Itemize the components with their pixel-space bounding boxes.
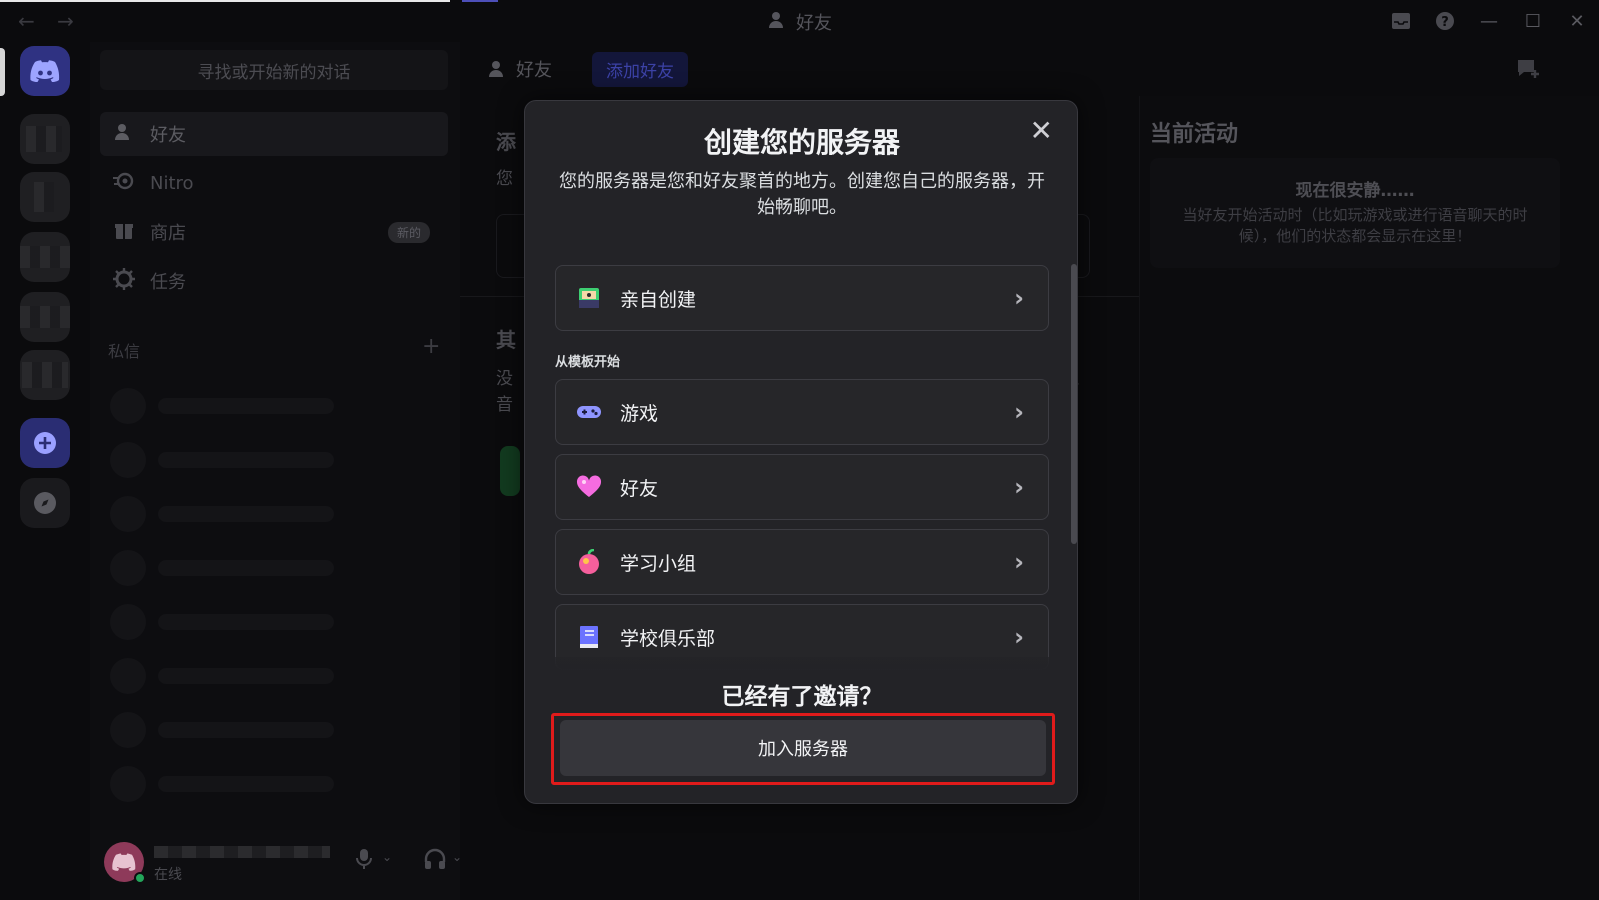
dm-placeholder xyxy=(110,604,350,640)
shop-icon xyxy=(112,220,136,245)
chevron-down-icon[interactable]: ⌄ xyxy=(382,850,392,864)
compass-icon xyxy=(34,492,56,514)
forward-arrow-icon[interactable]: → xyxy=(57,9,74,33)
option-label: 学校俱乐部 xyxy=(620,627,716,650)
empty-description: 当好友开始活动时（比如玩游戏或进行语音聊天的时候），他们的状态都会显示在这里！ xyxy=(1182,206,1528,245)
template-study-group[interactable]: 学习小组 › xyxy=(555,529,1049,595)
sidebar-item-label: 好友 xyxy=(150,125,186,146)
discord-logo-icon xyxy=(30,60,60,82)
friends-icon xyxy=(112,122,136,147)
sidebar-item-nitro[interactable]: Nitro xyxy=(100,161,448,205)
window-controls: ? — ☐ ✕ xyxy=(1379,6,1599,36)
create-server-modal: 创建您的服务器 ✕ 您的服务器是您和好友聚首的地方。创建您自己的服务器，开始畅聊… xyxy=(524,100,1078,804)
window-title-text: 好友 xyxy=(796,13,832,34)
heart-icon xyxy=(574,472,604,502)
gamepad-icon xyxy=(574,397,604,427)
selected-pill xyxy=(0,48,5,96)
option-label: 好友 xyxy=(620,477,659,500)
svg-text:?: ? xyxy=(1441,15,1449,30)
inbox-icon[interactable] xyxy=(1379,6,1423,36)
home-button[interactable] xyxy=(20,46,70,96)
active-now-panel: 当前活动 现在很安静…… 当好友开始活动时（比如玩游戏或进行语音聊天的时候），他… xyxy=(1139,96,1599,900)
obscured-text: 您 xyxy=(496,169,513,189)
server-icon[interactable] xyxy=(20,350,70,400)
minimize-icon[interactable]: — xyxy=(1467,6,1511,36)
close-icon[interactable]: ✕ xyxy=(1030,117,1053,145)
online-status-dot xyxy=(134,872,146,884)
plus-circle-icon xyxy=(34,432,56,454)
join-server-button[interactable]: 加入服务器 xyxy=(560,720,1046,776)
search-input[interactable]: 寻找或开始新的对话 xyxy=(100,50,448,90)
obscured-text: 添 xyxy=(496,130,516,154)
user-panel: 在线 ⌄ ⌄ xyxy=(90,830,514,900)
template-gaming[interactable]: 游戏 › xyxy=(555,379,1049,445)
maximize-icon[interactable]: ☐ xyxy=(1511,6,1555,36)
modal-subtitle: 您的服务器是您和好友聚首的地方。创建您自己的服务器，开始畅聊吧。 xyxy=(559,171,1045,218)
top-edge-accent xyxy=(462,0,498,2)
sidebar-item-friends[interactable]: 好友 xyxy=(100,112,448,156)
obscured-text: 音 xyxy=(496,395,513,415)
modal-title: 创建您的服务器 xyxy=(703,126,900,159)
sidebar-item-quests[interactable]: 任务 xyxy=(100,259,448,303)
option-label: 游戏 xyxy=(620,402,659,425)
help-icon[interactable]: ? xyxy=(1423,6,1467,36)
obscured-text: 其 xyxy=(496,328,516,352)
modal-scrollbar[interactable] xyxy=(1071,264,1077,544)
dm-placeholder xyxy=(110,388,350,424)
app-window: ← → 好友 ? — ☐ ✕ 寻找或开始新的对话 好友 Nitro 商店 新的 … xyxy=(0,0,1599,900)
action-button-edge[interactable] xyxy=(500,446,520,496)
quests-icon xyxy=(112,267,136,295)
join-highlight: 加入服务器 xyxy=(551,713,1055,785)
server-icon[interactable] xyxy=(20,232,70,282)
header-right xyxy=(460,42,1599,96)
option-label: 学习小组 xyxy=(620,552,697,575)
empty-title: 现在很安静…… xyxy=(1295,181,1415,201)
friends-icon xyxy=(768,10,788,35)
sidebar-item-label: 任务 xyxy=(150,272,186,293)
close-window-icon[interactable]: ✕ xyxy=(1555,6,1599,36)
server-rail xyxy=(0,42,90,900)
list-fade xyxy=(525,657,1077,671)
explore-servers-button[interactable] xyxy=(20,478,70,528)
dm-placeholder xyxy=(110,550,350,586)
dm-placeholder xyxy=(110,766,350,802)
server-icon[interactable] xyxy=(20,114,70,164)
dm-sidebar: 寻找或开始新的对话 好友 Nitro 商店 新的 任务 私信 + 在线 ⌄ ⌄ xyxy=(90,42,514,900)
dm-header: 私信 xyxy=(108,342,141,361)
sidebar-item-shop[interactable]: 商店 新的 xyxy=(100,210,448,254)
new-group-dm-icon[interactable] xyxy=(1516,58,1540,84)
history-nav: ← → xyxy=(18,9,90,33)
template-friends[interactable]: 好友 › xyxy=(555,454,1049,520)
new-badge: 新的 xyxy=(387,222,430,243)
microphone-icon[interactable] xyxy=(354,848,374,875)
dm-placeholder xyxy=(110,658,350,694)
create-dm-button[interactable]: + xyxy=(422,334,440,359)
user-status: 在线 xyxy=(154,867,182,883)
headphones-icon[interactable] xyxy=(424,848,446,875)
top-edge-line xyxy=(0,0,450,2)
title-bar: ← → 好友 ? — ☐ ✕ xyxy=(0,0,1599,42)
server-icon[interactable] xyxy=(20,292,70,342)
apple-icon xyxy=(574,547,604,577)
add-server-button[interactable] xyxy=(20,418,70,468)
obscured-text: 没 xyxy=(496,369,513,389)
dm-placeholder xyxy=(110,496,350,532)
chevron-right-icon: › xyxy=(1014,548,1024,576)
invite-heading: 已经有了邀请？ xyxy=(721,684,883,710)
active-now-title: 当前活动 xyxy=(1150,122,1239,147)
dm-placeholder xyxy=(110,712,350,748)
nitro-icon xyxy=(112,172,136,195)
username-redacted xyxy=(154,846,330,858)
chevron-right-icon: › xyxy=(1014,473,1024,501)
sidebar-item-label: 商店 xyxy=(150,223,186,244)
back-arrow-icon[interactable]: ← xyxy=(18,9,35,33)
dm-placeholder xyxy=(110,442,350,478)
sidebar-item-label: Nitro xyxy=(150,172,194,194)
window-title: 好友 xyxy=(768,9,832,35)
chevron-right-icon: › xyxy=(1014,623,1024,651)
active-now-empty-card: 现在很安静…… 当好友开始活动时（比如玩游戏或进行语音聊天的时候），他们的状态都… xyxy=(1150,158,1560,268)
chevron-right-icon: › xyxy=(1014,398,1024,426)
server-icon[interactable] xyxy=(20,172,70,222)
book-icon xyxy=(574,622,604,652)
